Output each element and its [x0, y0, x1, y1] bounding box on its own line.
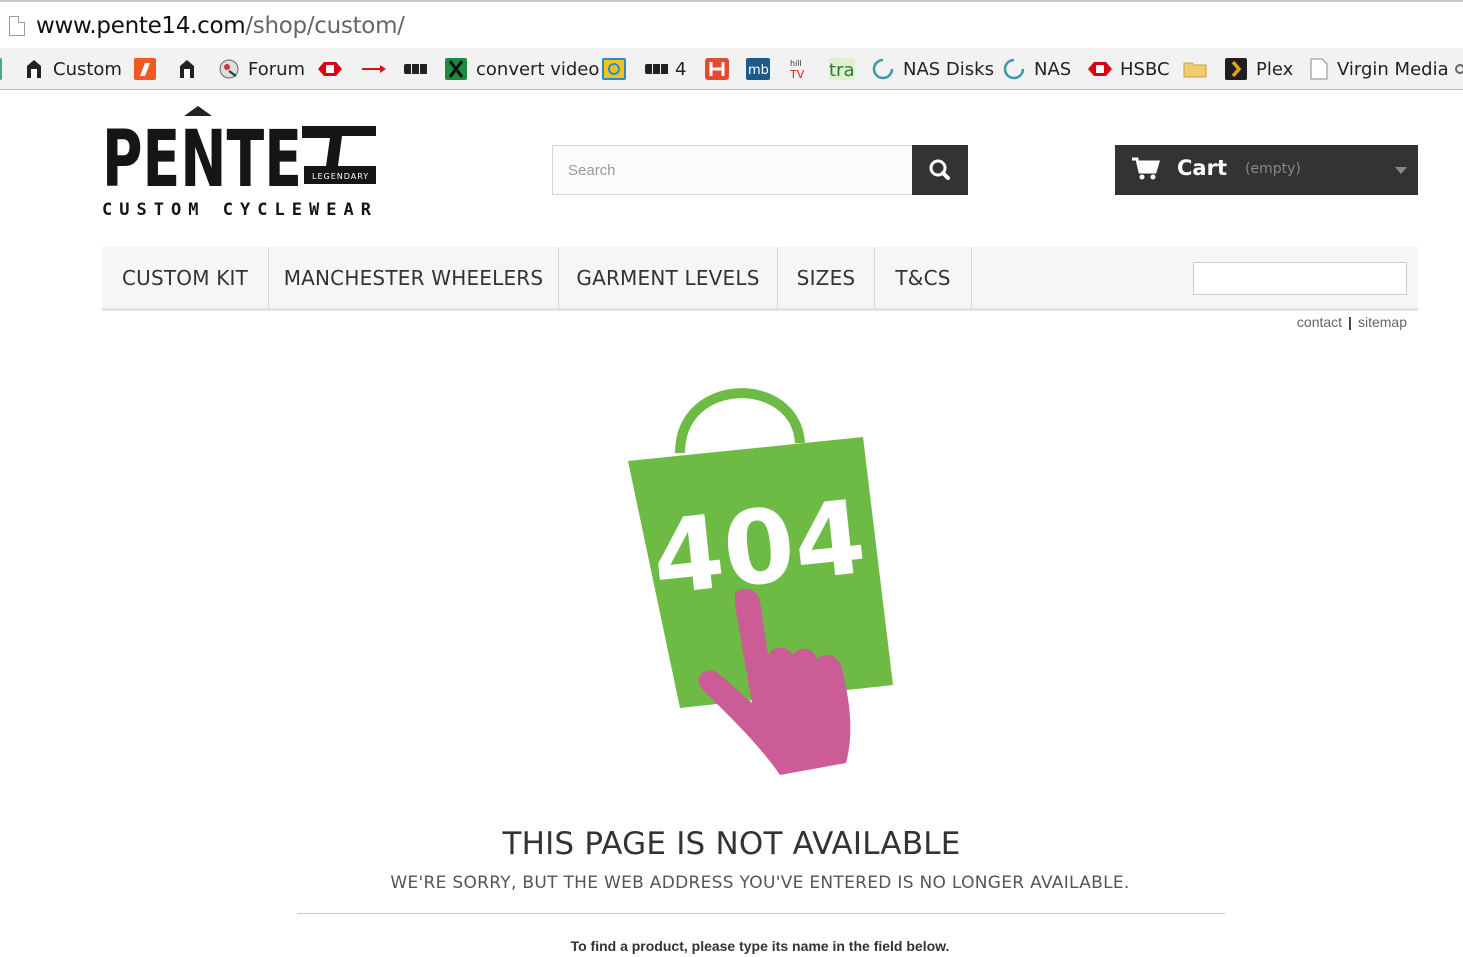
menu-item-sizes[interactable]: SIZES — [778, 247, 875, 308]
link-separator: | — [1348, 314, 1352, 330]
pente-icon — [180, 60, 194, 78]
svg-text:hill: hill — [790, 59, 802, 68]
cart-icon — [1132, 157, 1161, 180]
bookmark-bbc-4[interactable]: 4 — [645, 56, 686, 82]
bookmark-plex[interactable]: Plex — [1225, 56, 1293, 82]
svg-text:TV: TV — [789, 68, 805, 81]
bookmark-label: Virgin Media — [1337, 58, 1449, 80]
search-hint: To find a product, please type its name … — [570, 938, 950, 954]
bookmark-orange-app[interactable] — [134, 56, 165, 82]
h-icon — [705, 58, 729, 80]
red-arrow-icon — [362, 65, 386, 73]
bookmark-overflow-right[interactable] — [1455, 56, 1463, 82]
bookmark-h[interactable] — [705, 56, 738, 82]
bookmark-nas[interactable]: NAS — [1003, 56, 1071, 82]
cart-status: (empty) — [1245, 161, 1301, 177]
shopping-bag-404-image: 404 — [628, 388, 893, 775]
search-icon — [929, 159, 950, 180]
bookmark-label: NAS Disks — [903, 58, 994, 80]
contact-link[interactable]: contact — [1297, 314, 1342, 330]
bookmark-label: 4 — [675, 58, 687, 80]
bookmark-red-arrow[interactable] — [362, 56, 395, 82]
utility-links: contact | sitemap — [1297, 314, 1407, 330]
hill-tv-icon: hillTV — [789, 59, 805, 81]
menu-item-manchester-wheelers[interactable]: MANCHESTER WHEELERS — [269, 247, 559, 308]
bookmark-label: NAS — [1034, 58, 1072, 80]
main-menu: CUSTOM KIT MANCHESTER WHEELERS GARMENT L… — [102, 247, 1418, 311]
mb-icon: mb — [746, 58, 770, 80]
search-form — [552, 145, 968, 195]
folder-icon — [1183, 62, 1207, 78]
cart-label: Cart — [1177, 156, 1227, 180]
svg-text:mb: mb — [748, 63, 769, 78]
convert-icon — [445, 58, 467, 80]
orange-app-icon — [134, 58, 156, 80]
chevron-down-icon — [1395, 167, 1407, 174]
address-bar[interactable]: www.pente14.com/shop/custom/ — [0, 0, 1463, 48]
pente-icon — [27, 60, 41, 78]
site-logo[interactable]: PENTE LEGENDARY CUSTOM CYCLEWEAR — [100, 104, 382, 220]
bookmark-forum[interactable]: Forum — [219, 56, 305, 82]
bookmark-label: Custom — [53, 58, 122, 80]
bookmark-hsbc[interactable]: HSBC — [1088, 56, 1170, 82]
hsbc-icon — [1088, 62, 1112, 76]
bookmark-label: HSBC — [1120, 58, 1170, 80]
url-host: www.pente14.com — [36, 13, 246, 39]
overflow-icon — [0, 58, 2, 80]
search-input[interactable] — [552, 145, 913, 195]
bookmark-nas-disks[interactable]: NAS Disks — [872, 56, 994, 82]
bookmark-photo[interactable] — [602, 56, 635, 82]
bookmark-hsbc-1[interactable] — [318, 56, 351, 82]
photo-icon — [602, 58, 626, 80]
bookmark-label: Forum — [248, 58, 306, 80]
plex-icon — [1225, 58, 1247, 80]
bookmark-folder[interactable] — [1183, 56, 1216, 82]
url-path: /shop/custom/ — [245, 13, 405, 39]
bookmark-label: convert video — [476, 58, 600, 80]
svg-text:PENTE: PENTE — [102, 115, 302, 205]
search-button[interactable] — [912, 145, 968, 195]
url-text[interactable]: www.pente14.com/shop/custom/ — [36, 13, 405, 39]
page-icon — [9, 16, 25, 36]
bookmark-virgin-media[interactable]: Virgin Media — [1310, 56, 1449, 82]
svg-text:CUSTOM CYCLEWEAR: CUSTOM CYCLEWEAR — [102, 200, 378, 220]
pente-logo-image: PENTE LEGENDARY CUSTOM CYCLEWEAR — [102, 106, 378, 220]
forum-icon — [219, 59, 239, 79]
spinner-icon — [872, 58, 894, 80]
bbc-icon — [404, 64, 427, 74]
overflow-icon — [1455, 64, 1463, 74]
sitemap-link[interactable]: sitemap — [1358, 314, 1407, 330]
page-subtitle: WE'RE SORRY, BUT THE WEB ADDRESS YOU'VE … — [390, 873, 1130, 893]
bbc-icon — [645, 64, 668, 74]
bookmark-bbc[interactable] — [404, 56, 437, 82]
cart-button[interactable]: Cart (empty) — [1115, 145, 1418, 195]
bookmark-mb[interactable]: mb — [746, 56, 779, 82]
menu-search-input[interactable] — [1193, 262, 1407, 295]
page-title: THIS PAGE IS NOT AVAILABLE — [502, 826, 961, 862]
divider — [297, 913, 1225, 914]
bookmark-pente-2[interactable] — [177, 56, 206, 82]
hsbc-icon — [318, 62, 342, 76]
svg-text:LEGENDARY: LEGENDARY — [312, 172, 369, 181]
bookmark-hill-tv[interactable]: hill TV — [788, 56, 821, 82]
bookmark-label: Plex — [1256, 58, 1294, 80]
bookmark-custom[interactable]: Custom — [24, 56, 122, 82]
bookmarks-bar: Custom Forum convert video 4 mb hill TV t… — [0, 48, 1463, 90]
svg-text:tra: tra — [829, 60, 855, 80]
menu-item-tcs[interactable]: T&CS — [875, 247, 972, 308]
menu-item-custom-kit[interactable]: CUSTOM KIT — [102, 247, 269, 308]
menu-item-garment-levels[interactable]: GARMENT LEVELS — [559, 247, 778, 308]
spinner-icon — [1003, 58, 1025, 80]
bookmark-tra[interactable]: tra — [829, 56, 864, 82]
bookmark-convert-video[interactable]: convert video — [445, 56, 599, 82]
bookmark-overflow-left[interactable] — [0, 56, 2, 82]
error-404-illustration: 404 — [618, 383, 898, 778]
tra-icon: tra — [829, 58, 855, 80]
page-icon — [1310, 58, 1328, 80]
